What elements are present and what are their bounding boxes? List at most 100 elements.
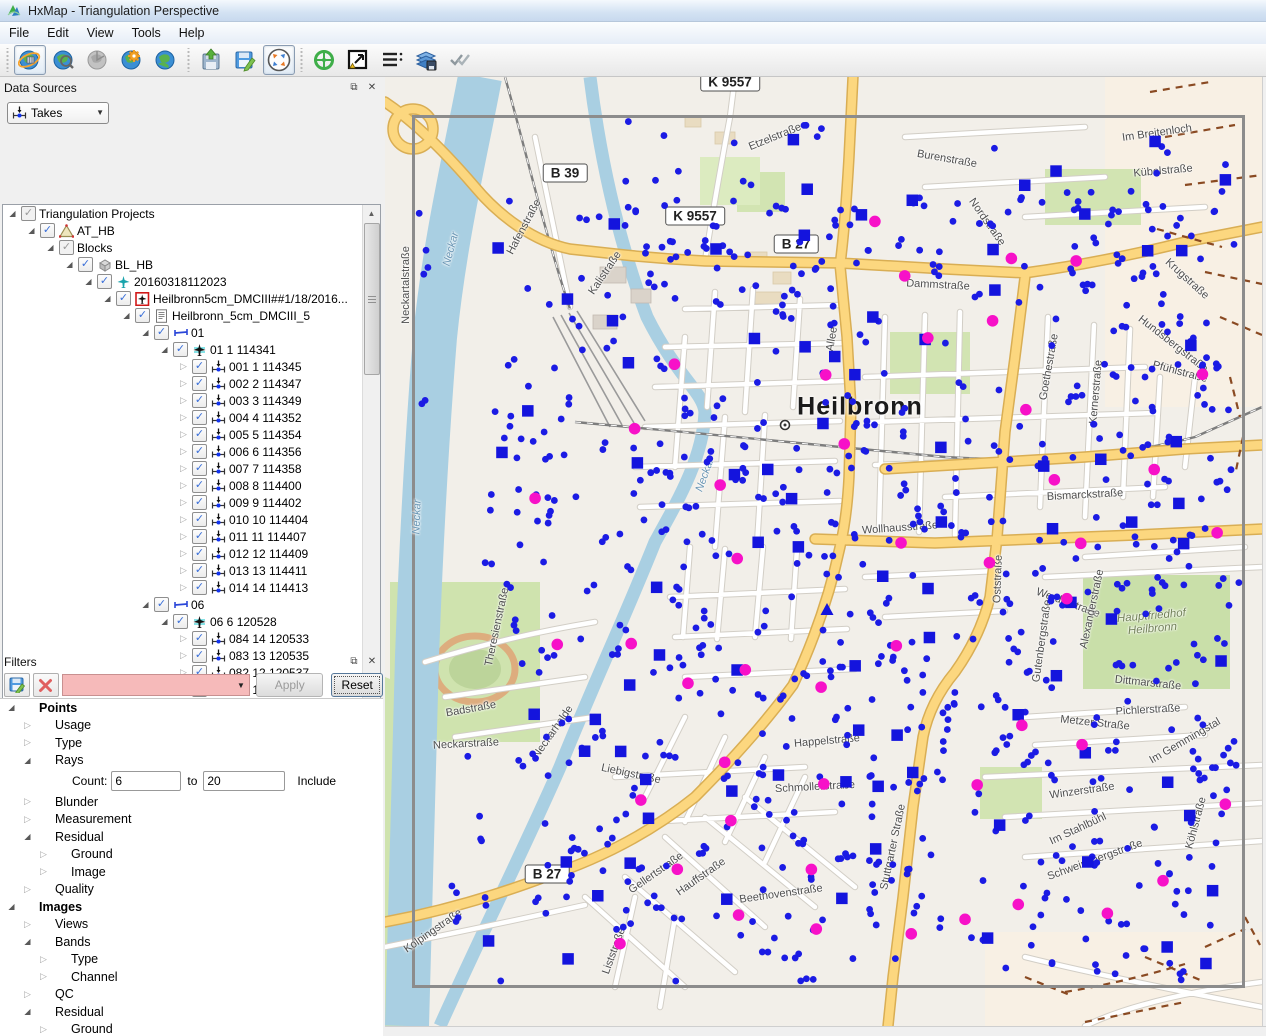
tree-row[interactable]: ◢✓01 [3,324,380,341]
tree-row[interactable]: ▷✓005 5 114354 [3,426,380,443]
expand-icon[interactable]: ▷ [38,954,49,965]
collapse-icon[interactable]: ◢ [45,242,56,253]
processing-globe-button[interactable] [116,45,148,75]
filter-row-points[interactable]: ◢Points [0,699,383,717]
checkbox[interactable]: ✓ [192,359,207,374]
checkbox[interactable]: ✓ [192,461,207,476]
checkbox[interactable]: ✓ [78,257,93,272]
collapse-icon[interactable]: ◢ [22,755,33,766]
expand-icon[interactable]: ▷ [38,866,49,877]
checkbox[interactable]: ✓ [21,206,36,221]
tree-row[interactable]: ◢✓01 1 114341 [3,341,380,358]
checkbox[interactable]: ✓ [173,342,188,357]
expand-icon[interactable]: ▷ [38,849,49,860]
expand-icon[interactable]: ▷ [178,412,189,423]
filter-row-residual[interactable]: ◢Residual [0,828,383,846]
filter-row-rays[interactable]: ◢Rays [0,752,383,770]
checkbox[interactable]: ✓ [192,478,207,493]
save-edit-button[interactable] [229,45,261,75]
preview-globe-button[interactable] [48,45,80,75]
filter-row-usage[interactable]: ▷Usage [0,717,383,735]
data-sources-tree[interactable]: ◢✓Triangulation Projects◢✓AT_HB◢✓Blocks◢… [2,204,381,727]
tree-row[interactable]: ▷✓012 12 114409 [3,545,380,562]
title-bar[interactable]: HxMap - Triangulation Perspective [0,0,1266,22]
collapse-icon[interactable]: ◢ [26,225,37,236]
filter-row-views[interactable]: ▷Views [0,916,383,934]
collapse-icon[interactable]: ◢ [140,327,151,338]
triangulation-points-layer[interactable] [385,77,1262,1026]
expand-icon[interactable]: ▷ [178,463,189,474]
tree-row[interactable]: ▷✓001 1 114345 [3,358,380,375]
import-button[interactable] [195,45,227,75]
checkbox[interactable]: ✓ [192,580,207,595]
checkbox[interactable]: ✓ [173,614,188,629]
close-panel-icon[interactable]: ✕ [365,81,379,94]
save-filter-button[interactable] [4,673,30,697]
filter-row-channel[interactable]: ▷Channel [0,968,383,986]
checkbox[interactable]: ✓ [192,512,207,527]
collapse-icon[interactable]: ◢ [159,344,170,355]
expand-icon[interactable]: ▷ [22,796,33,807]
expand-icon[interactable]: ▷ [22,989,33,1000]
expand-icon[interactable]: ▷ [178,582,189,593]
expand-icon[interactable]: ▷ [178,480,189,491]
filter-row-residual[interactable]: ◢Residual [0,1003,383,1021]
tree-row[interactable]: ▷✓006 6 114356 [3,443,380,460]
collapse-icon[interactable]: ◢ [159,616,170,627]
world-view-button[interactable] [150,45,182,75]
expand-icon[interactable]: ▷ [178,633,189,644]
expand-icon[interactable]: ▷ [178,565,189,576]
expand-icon[interactable]: ▷ [178,531,189,542]
center-crosshair-button[interactable] [308,45,340,75]
checkbox[interactable]: ✓ [40,223,55,238]
expand-icon[interactable]: ▷ [178,446,189,457]
filter-row-ground[interactable]: ▷Ground [0,1021,383,1036]
checkbox[interactable]: ✓ [97,274,112,289]
validate-button[interactable] [444,45,476,75]
tree-row[interactable]: ▷✓014 14 114413 [3,579,380,596]
collapse-icon[interactable]: ◢ [6,901,17,912]
collapse-icon[interactable]: ◢ [121,310,132,321]
checkbox[interactable]: ✓ [192,563,207,578]
expand-icon[interactable]: ▷ [22,814,33,825]
collapse-icon[interactable]: ◢ [7,208,18,219]
expand-icon[interactable]: ▷ [22,919,33,930]
checkbox[interactable]: ✓ [192,529,207,544]
checkbox[interactable]: ✓ [192,495,207,510]
collapse-icon[interactable]: ◢ [140,599,151,610]
filters-tree[interactable]: ◢Points▷Usage▷Type◢RaysCount:toInclude▷B… [0,698,383,1036]
delete-filter-button[interactable] [33,673,59,697]
tree-row[interactable]: ▷✓011 11 114407 [3,528,380,545]
checkbox[interactable]: ✓ [192,444,207,459]
expand-icon[interactable]: ▷ [38,1024,49,1035]
checkbox[interactable]: ✓ [116,291,131,306]
filter-row-blunder[interactable]: ▷Blunder [0,793,383,811]
layers-save-button[interactable] [410,45,442,75]
expand-icon[interactable]: ▷ [178,429,189,440]
list-options-button[interactable] [376,45,408,75]
tree-row[interactable]: ▷✓007 7 114358 [3,460,380,477]
checkbox[interactable]: ✓ [192,427,207,442]
filter-row-measurement[interactable]: ▷Measurement [0,811,383,829]
expand-icon[interactable]: ▷ [178,395,189,406]
filter-row-images[interactable]: ◢Images [0,898,383,916]
tree-row[interactable]: ◢✓Heilbronn_5cm_DMCIII_5 [3,307,380,324]
float-panel-icon[interactable]: ⧉ [347,81,361,94]
expand-icon[interactable]: ▷ [22,737,33,748]
filter-row-type[interactable]: ▷Type [0,734,383,752]
collapse-icon[interactable]: ◢ [102,293,113,304]
menu-item-file[interactable]: File [0,24,38,42]
float-panel-icon[interactable]: ⧉ [347,655,361,668]
filter-row-ground[interactable]: ▷Ground [0,846,383,864]
checkbox[interactable]: ✓ [135,308,150,323]
menu-item-edit[interactable]: Edit [38,24,78,42]
expand-icon[interactable]: ▷ [178,378,189,389]
filter-preset-dropdown[interactable]: ▼ [62,674,250,696]
tree-row[interactable]: ▷✓013 13 114411 [3,562,380,579]
checkbox[interactable]: ✓ [192,376,207,391]
collapse-icon[interactable]: ◢ [22,936,33,947]
collapse-icon[interactable]: ◢ [22,831,33,842]
expand-icon[interactable]: ▷ [178,361,189,372]
tree-row[interactable]: ▷✓084 14 120533 [3,630,380,647]
expand-icon[interactable]: ▷ [22,884,33,895]
